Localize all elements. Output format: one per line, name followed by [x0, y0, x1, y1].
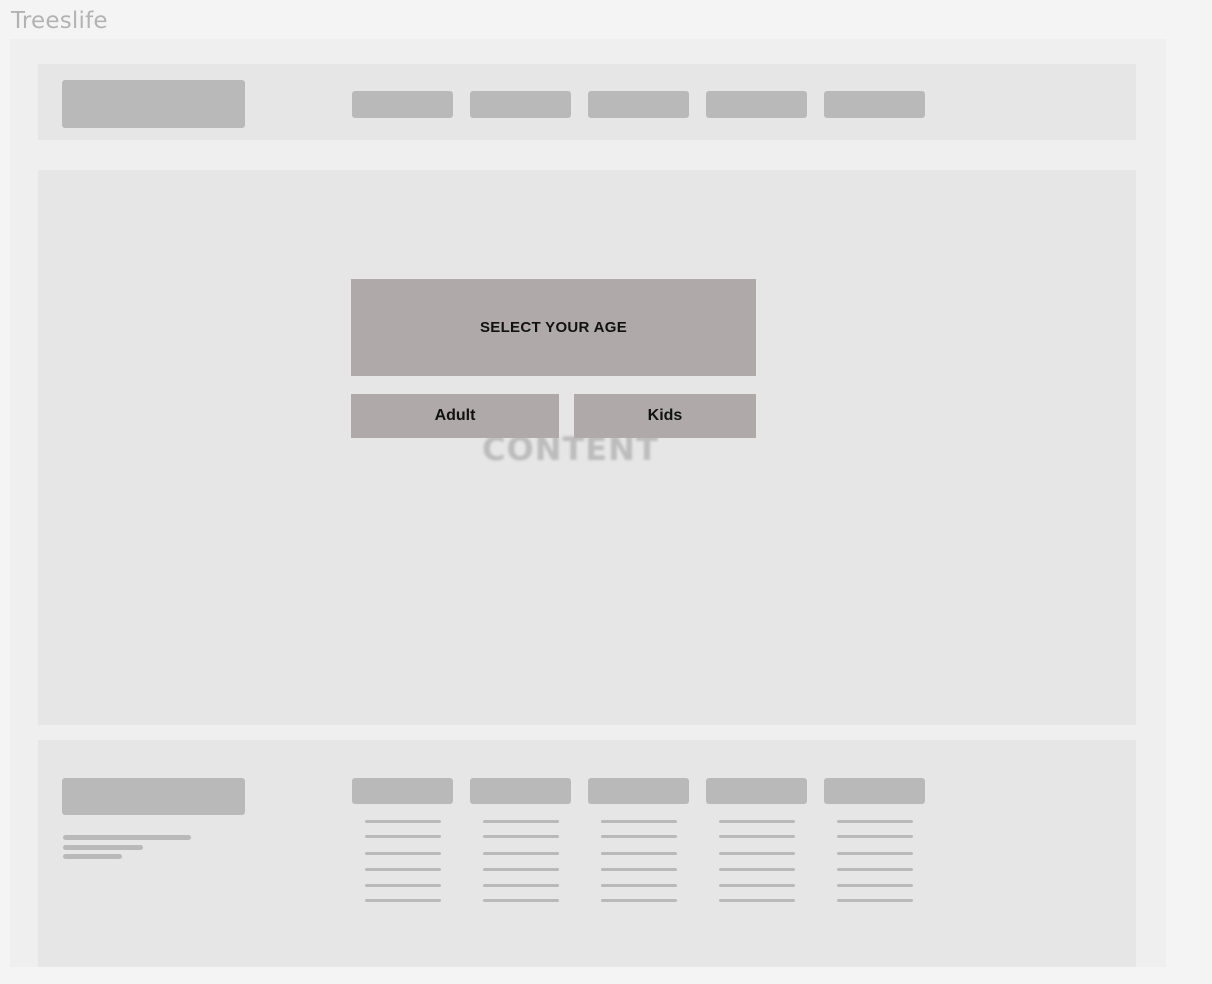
footer-link-placeholder[interactable]	[719, 868, 795, 871]
footer-column-heading-2	[470, 778, 571, 804]
footer-link-placeholder[interactable]	[601, 820, 677, 823]
footer-column-heading-4	[706, 778, 807, 804]
page: { "app": { "title": "Treeslife" }, "cont…	[0, 0, 1212, 984]
nav-item-placeholder-3[interactable]	[588, 91, 689, 118]
footer-link-placeholder[interactable]	[719, 820, 795, 823]
footer-link-placeholder[interactable]	[837, 868, 913, 871]
footer-text-line-3	[63, 854, 122, 859]
footer-link-placeholder[interactable]	[837, 884, 913, 887]
footer-link-placeholder[interactable]	[837, 835, 913, 838]
app-title: Treeslife	[11, 8, 108, 34]
age-selector-heading: SELECT YOUR AGE	[351, 279, 756, 376]
footer-link-placeholder[interactable]	[483, 868, 559, 871]
footer-link-placeholder[interactable]	[483, 884, 559, 887]
footer-link-placeholder[interactable]	[601, 868, 677, 871]
footer-link-placeholder[interactable]	[601, 884, 677, 887]
footer-link-placeholder[interactable]	[601, 852, 677, 855]
footer-link-placeholder[interactable]	[719, 852, 795, 855]
footer-link-placeholder[interactable]	[365, 820, 441, 823]
footer-link-placeholder[interactable]	[719, 835, 795, 838]
footer-logo-placeholder	[62, 778, 245, 815]
adult-button[interactable]: Adult	[351, 394, 559, 438]
footer-link-placeholder[interactable]	[601, 835, 677, 838]
footer-link-placeholder[interactable]	[483, 820, 559, 823]
page-margin	[1166, 0, 1212, 967]
footer-link-placeholder[interactable]	[365, 884, 441, 887]
nav-item-placeholder-4[interactable]	[706, 91, 807, 118]
footer-link-placeholder[interactable]	[365, 868, 441, 871]
footer-link-placeholder[interactable]	[483, 852, 559, 855]
footer-link-placeholder[interactable]	[483, 899, 559, 902]
footer-column-heading-1	[352, 778, 453, 804]
adult-button-label: Adult	[434, 407, 476, 424]
footer-link-placeholder[interactable]	[719, 884, 795, 887]
footer-link-placeholder[interactable]	[483, 835, 559, 838]
footer-column-heading-5	[824, 778, 925, 804]
kids-button-label: Kids	[647, 407, 683, 424]
nav-item-placeholder-2[interactable]	[470, 91, 571, 118]
footer-link-placeholder[interactable]	[719, 899, 795, 902]
kids-button[interactable]: Kids	[574, 394, 756, 438]
logo-placeholder	[62, 80, 245, 128]
footer-text-line-1	[63, 835, 191, 840]
footer-area	[38, 740, 1136, 967]
nav-item-placeholder-5[interactable]	[824, 91, 925, 118]
footer-link-placeholder[interactable]	[601, 899, 677, 902]
nav-item-placeholder-1[interactable]	[352, 91, 453, 118]
footer-link-placeholder[interactable]	[837, 820, 913, 823]
footer-link-placeholder[interactable]	[365, 852, 441, 855]
footer-link-placeholder[interactable]	[837, 852, 913, 855]
footer-link-placeholder[interactable]	[365, 835, 441, 838]
footer-link-placeholder[interactable]	[365, 899, 441, 902]
age-selector-heading-text: SELECT YOUR AGE	[479, 319, 628, 336]
footer-column-heading-3	[588, 778, 689, 804]
footer-text-line-2	[63, 845, 143, 850]
footer-link-placeholder[interactable]	[837, 899, 913, 902]
